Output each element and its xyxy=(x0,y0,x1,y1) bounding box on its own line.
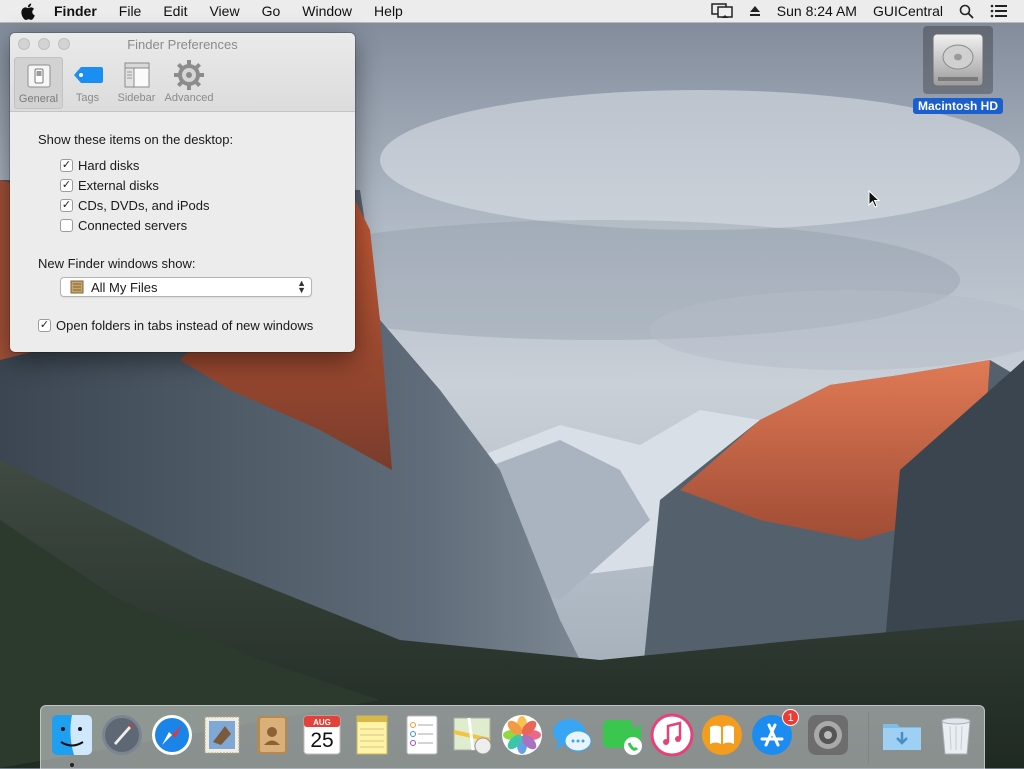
tab-advanced[interactable]: Advanced xyxy=(161,57,217,109)
menu-help[interactable]: Help xyxy=(374,3,403,19)
sidebar-icon xyxy=(120,60,154,90)
mail-stamp-icon xyxy=(204,716,240,754)
desktop-items-heading: Show these items on the desktop: xyxy=(38,132,234,147)
preferences-toolbar: General Tags Sidebar Advanced xyxy=(14,57,217,109)
system-preferences-gear-icon xyxy=(808,715,848,755)
checkbox-row-connected-servers[interactable]: Connected servers xyxy=(60,215,355,235)
checkbox-hard-disks[interactable]: ✓ xyxy=(60,158,73,172)
new-window-heading: New Finder windows show: xyxy=(38,256,196,271)
gear-icon xyxy=(172,60,206,90)
contacts-book-icon xyxy=(257,716,287,754)
checkbox-row-cds-dvds[interactable]: ✓ CDs, DVDs, and iPods xyxy=(60,195,355,215)
window-titlebar: Finder Preferences General Tags Sidebar xyxy=(10,33,355,112)
checkbox-label: CDs, DVDs, and iPods xyxy=(78,197,210,213)
chevron-up-down-icon: ▲ ▼ xyxy=(297,278,306,295)
dock-messages[interactable] xyxy=(549,712,595,758)
window-title: Finder Preferences xyxy=(127,37,238,52)
dock-maps[interactable] xyxy=(449,712,495,758)
checkbox-label: External disks xyxy=(78,177,159,193)
trash-icon xyxy=(941,717,971,755)
display-mirroring-icon[interactable] xyxy=(711,3,733,19)
calendar-day: 25 xyxy=(310,729,334,752)
tab-advanced-label: Advanced xyxy=(164,92,214,104)
menu-user[interactable]: GUICentral xyxy=(873,3,943,19)
desktop-icon-label[interactable]: Macintosh HD xyxy=(912,98,1003,114)
new-window-select-value: All My Files xyxy=(91,279,158,295)
checkbox-open-in-tabs[interactable]: ✓ xyxy=(38,318,51,332)
downloads-folder-icon xyxy=(883,724,921,750)
notification-center-icon[interactable] xyxy=(990,4,1008,18)
itunes-icon xyxy=(650,713,694,757)
dock-mail[interactable] xyxy=(199,712,245,758)
apple-icon[interactable] xyxy=(20,2,38,20)
maps-icon xyxy=(453,717,492,755)
reminders-icon xyxy=(406,715,438,755)
dock-trash[interactable] xyxy=(933,712,979,758)
notification-badge: 1 xyxy=(782,709,799,726)
tag-icon xyxy=(71,60,105,90)
eject-icon[interactable] xyxy=(749,5,761,17)
dock-itunes[interactable] xyxy=(649,712,695,758)
checkbox-row-open-in-tabs[interactable]: ✓ Open folders in tabs instead of new wi… xyxy=(38,315,355,335)
tab-general[interactable]: General xyxy=(14,57,63,109)
dock-separator xyxy=(868,712,869,764)
dock-downloads[interactable] xyxy=(879,712,925,758)
menu-go[interactable]: Go xyxy=(262,3,281,19)
checkbox-label: Open folders in tabs instead of new wind… xyxy=(56,317,314,333)
menu-window[interactable]: Window xyxy=(302,3,352,19)
mouse-cursor-icon xyxy=(868,190,880,208)
running-indicator xyxy=(70,763,74,767)
calendar-month: AUG xyxy=(313,718,331,727)
dock-app-store[interactable]: 1 xyxy=(749,709,799,758)
tab-general-label: General xyxy=(18,93,59,105)
checkbox-row-hard-disks[interactable]: ✓ Hard disks xyxy=(60,155,355,175)
checkbox-label: Hard disks xyxy=(78,157,140,173)
all-my-files-icon xyxy=(69,280,85,294)
tab-tags-label: Tags xyxy=(75,92,100,104)
menu-bar: Finder File Edit View Go Window Help Sun… xyxy=(0,0,1024,23)
messages-icon xyxy=(553,719,592,752)
menu-view[interactable]: View xyxy=(209,3,239,19)
tab-sidebar[interactable]: Sidebar xyxy=(112,57,161,109)
dock-ibooks[interactable] xyxy=(699,712,745,758)
dock-photos[interactable] xyxy=(499,712,545,758)
checkbox-connected-servers[interactable] xyxy=(60,218,73,232)
ibooks-icon xyxy=(702,715,742,755)
dock-launchpad[interactable] xyxy=(99,712,145,758)
dock-calendar[interactable]: AUG 25 xyxy=(299,712,345,758)
menu-file[interactable]: File xyxy=(119,3,142,19)
dock-safari[interactable] xyxy=(149,712,195,758)
spotlight-icon[interactable] xyxy=(959,4,974,19)
tab-sidebar-label: Sidebar xyxy=(117,92,156,104)
dock-reminders[interactable] xyxy=(399,712,445,758)
menu-clock[interactable]: Sun 8:24 AM xyxy=(777,3,857,19)
new-window-select[interactable]: All My Files ▲ ▼ xyxy=(60,277,312,297)
dock-notes[interactable] xyxy=(349,712,395,758)
safari-compass-icon xyxy=(152,715,192,755)
checkbox-label: Connected servers xyxy=(78,217,188,233)
dock-system-preferences[interactable] xyxy=(805,712,851,758)
general-switch-icon xyxy=(22,61,56,91)
finder-preferences-window: Finder Preferences General Tags Sidebar xyxy=(10,33,355,352)
finder-icon xyxy=(52,715,92,755)
menu-edit[interactable]: Edit xyxy=(163,3,187,19)
launchpad-rocket-icon xyxy=(102,715,142,755)
tab-tags[interactable]: Tags xyxy=(63,57,112,109)
notes-icon xyxy=(356,715,388,755)
general-pane: Show these items on the desktop: ✓ Hard … xyxy=(10,112,355,335)
dock-facetime[interactable] xyxy=(599,712,645,758)
hard-drive-icon[interactable] xyxy=(923,26,993,94)
photos-icon xyxy=(502,715,542,755)
checkbox-cds-dvds-ipods[interactable]: ✓ xyxy=(60,198,73,212)
dock-contacts[interactable] xyxy=(249,712,295,758)
checkbox-row-external-disks[interactable]: ✓ External disks xyxy=(60,175,355,195)
menu-app-finder[interactable]: Finder xyxy=(54,3,97,19)
dock: AUG 25 1 xyxy=(40,705,985,769)
dock-finder[interactable] xyxy=(49,712,95,758)
desktop-icon-macintosh-hd[interactable]: Macintosh HD xyxy=(912,26,1004,115)
facetime-icon xyxy=(603,720,642,755)
checkbox-external-disks[interactable]: ✓ xyxy=(60,178,73,192)
